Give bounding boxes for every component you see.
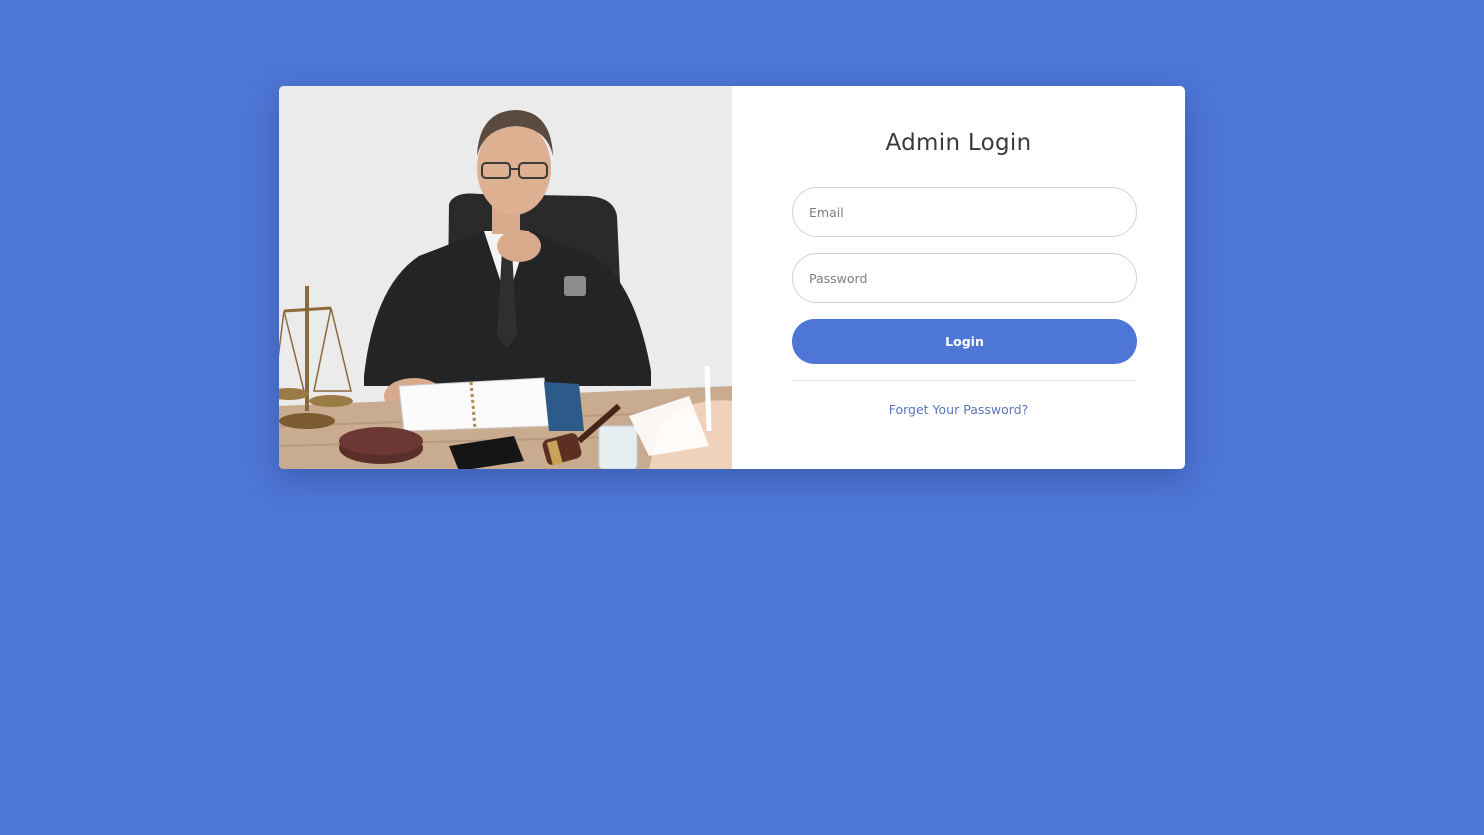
login-card: Admin Login Login Forget Your Password?	[279, 86, 1185, 469]
lawyer-photo	[279, 86, 732, 469]
email-field[interactable]	[792, 187, 1137, 237]
forgot-password-link[interactable]: Forget Your Password?	[732, 402, 1185, 417]
password-field[interactable]	[792, 253, 1137, 303]
login-button[interactable]: Login	[792, 319, 1137, 364]
page-title: Admin Login	[885, 130, 1032, 156]
divider	[792, 380, 1137, 381]
login-form-pane: Admin Login Login Forget Your Password?	[732, 86, 1185, 469]
